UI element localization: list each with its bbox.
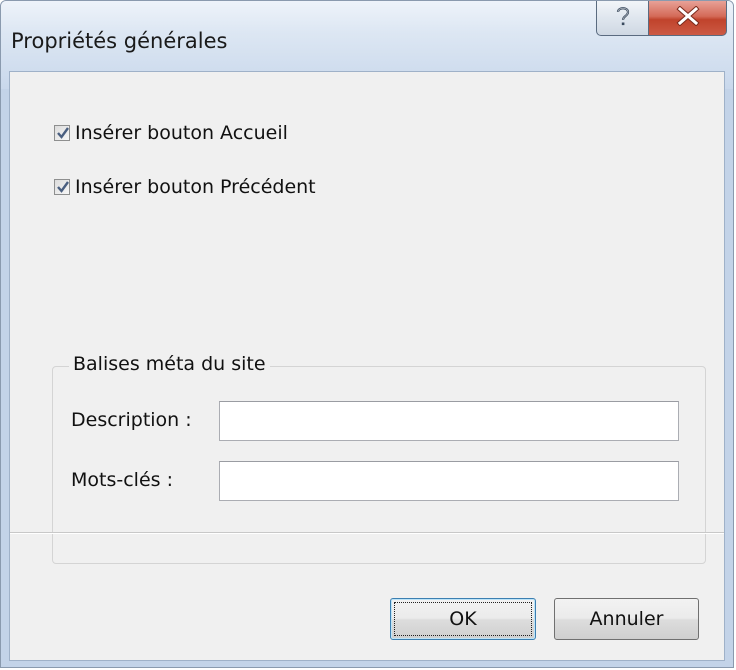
group-legend: Balises méta du site xyxy=(69,353,270,375)
close-x-icon xyxy=(675,5,701,30)
checkbox-row-accueil[interactable]: Insérer bouton Accueil xyxy=(54,122,288,144)
footer-separator xyxy=(10,532,724,534)
window-title: Propriétés générales xyxy=(11,29,228,53)
checkbox-row-precedent[interactable]: Insérer bouton Précédent xyxy=(54,176,316,198)
help-button[interactable] xyxy=(596,1,649,36)
checkbox-label-accueil: Insérer bouton Accueil xyxy=(75,122,288,144)
question-mark-icon xyxy=(612,4,634,32)
meta-tags-group: Balises méta du site Description : Mots-… xyxy=(52,353,706,564)
checkbox-accueil[interactable] xyxy=(54,125,70,141)
keywords-label: Mots-clés : xyxy=(71,469,173,491)
dialog-window: Propriétés générales Insérer bouton Accu… xyxy=(0,0,734,668)
checkbox-precedent[interactable] xyxy=(54,179,70,195)
keywords-field[interactable] xyxy=(219,461,679,501)
description-label: Description : xyxy=(71,409,192,431)
dialog-content: Insérer bouton Accueil Insérer bouton Pr… xyxy=(9,71,725,661)
checkmark-icon xyxy=(57,127,69,139)
ok-button[interactable]: OK xyxy=(390,598,536,640)
cancel-button[interactable]: Annuler xyxy=(554,598,699,640)
checkbox-label-precedent: Insérer bouton Précédent xyxy=(75,176,316,198)
ok-button-label: OK xyxy=(449,608,477,630)
close-button[interactable] xyxy=(648,1,727,36)
checkmark-icon xyxy=(57,181,69,193)
cancel-button-label: Annuler xyxy=(589,608,664,630)
description-field[interactable] xyxy=(219,401,679,441)
